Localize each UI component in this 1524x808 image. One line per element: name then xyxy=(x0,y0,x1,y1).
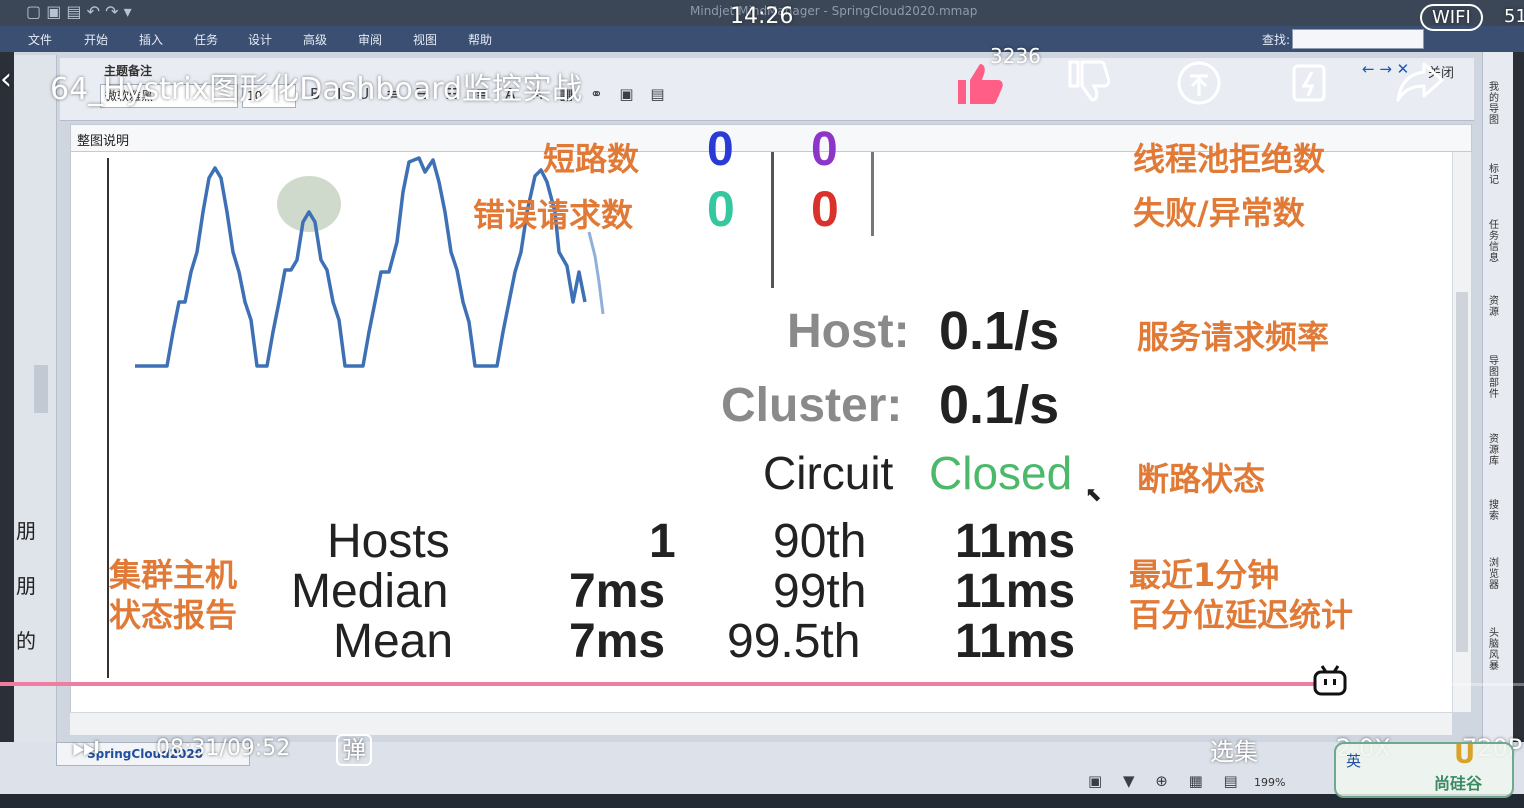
canvas-vertical-scrollbar[interactable] xyxy=(1452,152,1471,712)
sparkline-tail xyxy=(587,231,605,315)
menu-review[interactable]: 审阅 xyxy=(358,31,382,48)
menu-advanced[interactable]: 高级 xyxy=(303,31,327,48)
panel-my-maps[interactable]: 我的导图 xyxy=(1489,82,1503,126)
error-count-green: 0 xyxy=(707,181,735,237)
stats-median-label: Median xyxy=(291,565,449,618)
thumbs-up-icon[interactable] xyxy=(952,60,1006,106)
taskbar-strip xyxy=(0,794,1524,808)
cluster-label: Cluster: xyxy=(721,379,903,432)
circuit-state-label: 断路状态 xyxy=(1137,460,1266,498)
brand-name: 尚硅谷 xyxy=(1434,774,1483,793)
watermark-logo: 英 尚硅谷 U xyxy=(1334,740,1514,798)
playback-time: 08:31/09:52 xyxy=(156,736,291,761)
map-outline-strip: 朋 朋 的 xyxy=(14,55,57,745)
failure-label: 失败/异常数 xyxy=(1133,194,1305,232)
stats-995th-label: 99.5th xyxy=(727,615,861,668)
short-circuit-count-purple: 0 xyxy=(811,123,838,176)
stats-mean-value: 7ms xyxy=(569,615,666,668)
menu-task[interactable]: 任务 xyxy=(194,31,218,48)
quick-access-icons[interactable]: ▢ ▣ ▤ ↶ ↷ ▾ xyxy=(26,2,132,21)
collect-icon[interactable] xyxy=(1290,58,1330,104)
panel-browser[interactable]: 浏览器 xyxy=(1489,558,1503,591)
metric-divider-1 xyxy=(771,152,774,288)
outline-scrollbar[interactable] xyxy=(34,365,48,413)
menu-home[interactable]: 开始 xyxy=(84,31,108,48)
stats-90th-label: 90th xyxy=(773,515,867,568)
note-title: 整图说明 xyxy=(77,134,130,149)
stats-median-value: 7ms xyxy=(569,565,666,618)
panel-resources[interactable]: 资源 xyxy=(1489,296,1503,318)
stats-mean-label: Mean xyxy=(333,615,454,668)
zoom-level[interactable]: 199% xyxy=(1254,776,1285,789)
play-next-icon[interactable]: ⏭ xyxy=(72,730,99,765)
stats-995th-value: 11ms xyxy=(955,615,1076,668)
short-circuit-label-partial: 短路数 xyxy=(543,140,640,178)
menu-insert[interactable]: 插入 xyxy=(139,31,163,48)
host-rate-value: 0.1/s xyxy=(939,301,1060,361)
panel-library[interactable]: 资源库 xyxy=(1489,434,1503,467)
latency-label-2: 百分位延迟统计 xyxy=(1129,596,1354,634)
outline-text-fragment: 的 xyxy=(16,629,36,653)
view-mode-icons[interactable]: ▣ ▼ ⊕ ▦ ▤ xyxy=(1088,772,1246,790)
circuit-label: Circuit xyxy=(763,447,894,499)
cluster-rate-value: 0.1/s xyxy=(939,375,1060,435)
status-clock: 14:26 xyxy=(730,4,794,29)
outline-text-fragment: 朋 xyxy=(16,574,36,598)
stats-hosts-value: 1 xyxy=(649,515,676,568)
thread-pool-label-partial: 线程池拒绝数 xyxy=(1133,140,1326,178)
panel-brainstorm[interactable]: 头脑风暴 xyxy=(1489,628,1503,672)
error-request-label: 错误请求数 xyxy=(473,196,634,234)
panel-map-parts[interactable]: 导图部件 xyxy=(1489,356,1503,400)
request-rate-label: 服务请求频率 xyxy=(1137,318,1330,356)
video-title: 64_Hystrix图形化Dashboard监控实战 xyxy=(50,72,583,107)
share-icon[interactable] xyxy=(1396,60,1444,104)
scroll-thumb[interactable] xyxy=(1456,292,1468,652)
stats-99th-value: 11ms xyxy=(955,565,1076,618)
progress-handle-tv-icon[interactable] xyxy=(1312,664,1348,698)
back-arrow-icon[interactable]: ‹ xyxy=(0,62,12,97)
danmaku-icon-text: 弹 xyxy=(336,734,372,766)
ime-indicator: 英 xyxy=(1346,752,1362,770)
short-circuit-count-blue: 0 xyxy=(707,123,734,176)
wifi-indicator: WIFI xyxy=(1420,4,1483,31)
metric-divider-2 xyxy=(871,152,874,236)
outline-text-fragment: 朋 xyxy=(16,519,36,543)
menu-view[interactable]: 视图 xyxy=(413,31,437,48)
menu-help[interactable]: 帮助 xyxy=(468,31,492,48)
panel-markers[interactable]: 标记 xyxy=(1489,164,1503,186)
note-canvas: 短路数 0 0 线程池拒绝数 错误请求数 0 0 失败/异常数 Host: 0.… xyxy=(70,123,1453,712)
menu-design[interactable]: 设计 xyxy=(248,31,272,48)
sparkline-highlight xyxy=(277,176,341,232)
right-task-panel: 我的导图 标记 任务信息 资源 导图部件 资源库 搜索 浏览器 头脑风暴 xyxy=(1482,52,1513,742)
search-input[interactable] xyxy=(1292,29,1424,49)
search-label: 查找: xyxy=(1262,33,1291,47)
danmaku-toggle-icon[interactable]: 弹 xyxy=(336,730,376,766)
cluster-host-label-2: 状态报告 xyxy=(109,596,238,634)
stats-90th-value: 11ms xyxy=(955,515,1076,568)
error-count-red: 0 xyxy=(811,181,839,237)
battery-level: 51 xyxy=(1504,6,1524,27)
select-episode-button[interactable]: 选集 xyxy=(1210,732,1258,767)
brand-u-icon: U xyxy=(1454,740,1476,770)
stats-hosts-label: Hosts xyxy=(327,515,450,568)
coin-icon[interactable] xyxy=(1176,60,1222,106)
menu-file[interactable]: 文件 xyxy=(28,31,52,48)
progress-fill xyxy=(0,682,1331,686)
panel-task-info[interactable]: 任务信息 xyxy=(1489,220,1503,264)
circuit-status: Closed xyxy=(929,447,1073,499)
stats-99th-label: 99th xyxy=(773,565,867,618)
panel-search[interactable]: 搜索 xyxy=(1489,500,1503,522)
host-label: Host: xyxy=(787,305,910,358)
thumbs-down-icon[interactable] xyxy=(1064,58,1110,104)
traffic-sparkline xyxy=(135,156,605,368)
mouse-cursor-icon: ⬉ xyxy=(1085,482,1102,506)
